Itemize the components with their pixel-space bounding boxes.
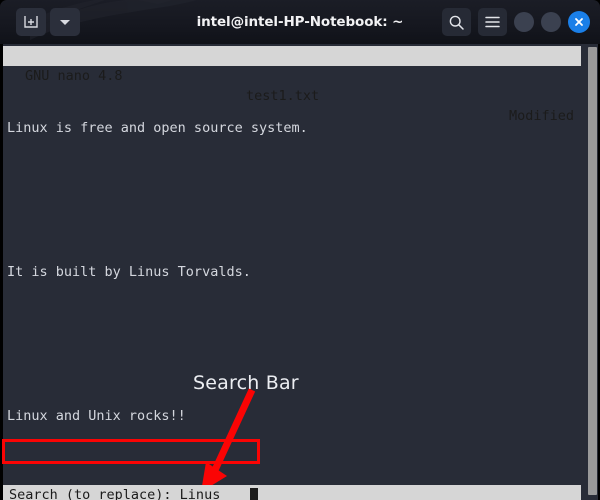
nano-header-bar: GNU nano 4.8 test1.txt Modified (3, 46, 581, 124)
search-prompt-text: Search (to replace): Linus (9, 487, 221, 500)
window-titlebar: intel@intel-HP-Notebook: ~ (0, 0, 600, 44)
text-cursor (250, 488, 258, 500)
text-line (7, 332, 573, 356)
titlebar-left-controls (16, 8, 80, 36)
new-tab-icon (24, 16, 38, 28)
hamburger-menu-icon (485, 16, 500, 28)
maximize-button[interactable] (541, 12, 561, 32)
new-tab-button[interactable] (16, 8, 46, 36)
text-line: Linux and Unix rocks!! (7, 408, 186, 424)
text-line: It is built by Linus Torvalds. (7, 264, 251, 280)
search-icon (449, 15, 464, 30)
chevron-down-icon (60, 20, 70, 25)
nano-search-bar[interactable]: Search (to replace): Linus (3, 485, 581, 500)
tab-dropdown-button[interactable] (50, 8, 80, 36)
text-line (7, 188, 573, 212)
titlebar-search-button[interactable] (442, 8, 471, 36)
search-bar-highlight-box (2, 439, 260, 464)
titlebar-right-controls (442, 8, 590, 36)
text-line: Linux is free and open source system. (7, 120, 308, 136)
close-icon (575, 18, 583, 26)
titlebar-menu-button[interactable] (478, 8, 507, 36)
scrollbar-thumb[interactable] (588, 47, 597, 495)
terminal-content[interactable]: GNU nano 4.8 test1.txt Modified Linux is… (3, 44, 597, 500)
minimize-button[interactable] (514, 12, 534, 32)
terminal-window: intel@intel-HP-Notebook: ~ GNU nano 4.8 … (0, 0, 600, 500)
annotation-label: Search Bar (193, 372, 299, 394)
nano-text-area[interactable]: Linux is free and open source system. It… (7, 68, 573, 476)
close-button[interactable] (568, 11, 590, 33)
